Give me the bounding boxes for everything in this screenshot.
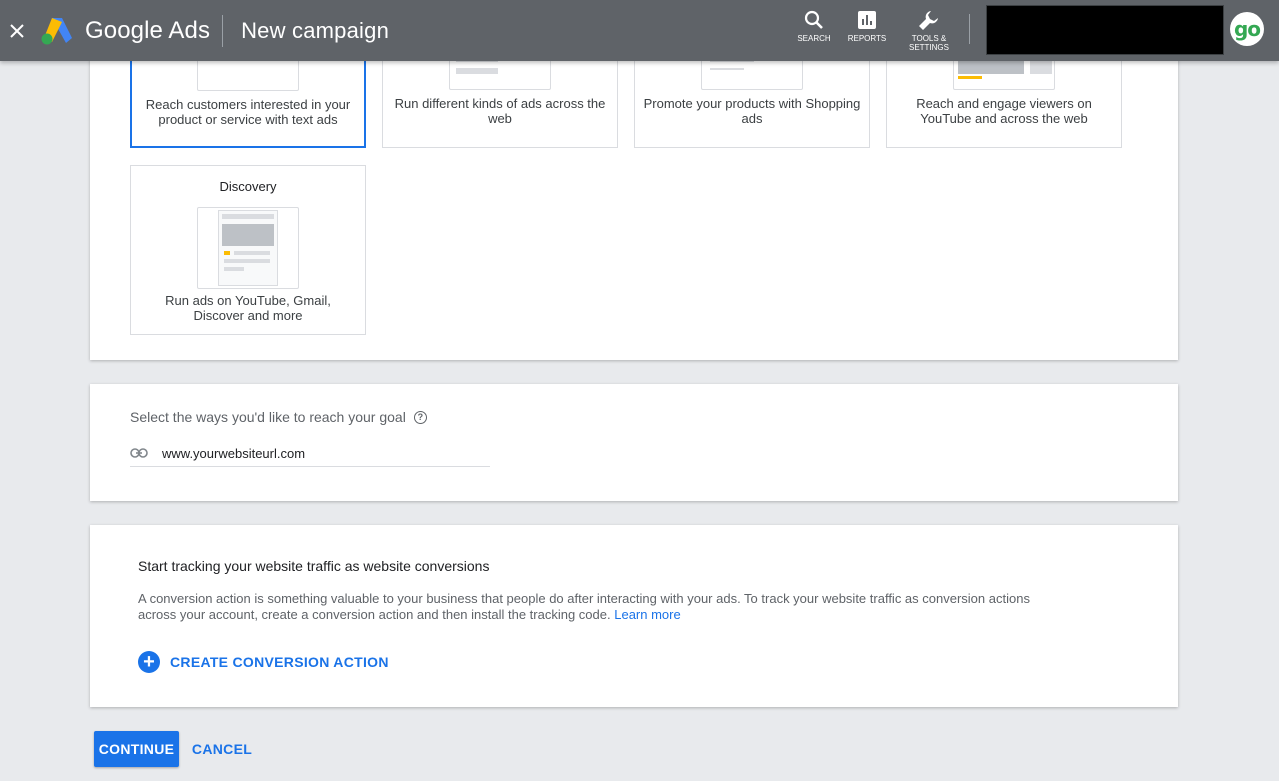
bar-chart-icon (858, 11, 876, 29)
learn-more-link[interactable]: Learn more (614, 607, 680, 622)
campaign-type-description: Reach and engage viewers on YouTube and … (916, 96, 1092, 126)
search-tool-button[interactable]: SEARCH (794, 6, 834, 43)
tracking-title: Start tracking your website traffic as w… (138, 558, 490, 574)
reports-tool-label: REPORTS (847, 34, 887, 43)
campaign-type-description: Run different kinds of ads across the we… (394, 96, 606, 126)
add-circle-icon: + (138, 651, 160, 673)
campaign-type-title: Discovery (219, 179, 277, 194)
top-app-bar: Google Ads New campaign SEARCH REPORTS T… (0, 0, 1279, 61)
close-button[interactable] (0, 14, 34, 48)
tracking-body-text: A conversion action is something valuabl… (138, 591, 1030, 622)
campaign-type-discovery[interactable]: Discovery Run ads on YouTube, Gmail, Dis… (130, 165, 366, 335)
website-url-field[interactable]: www.yourwebsiteurl.com (130, 440, 490, 467)
cancel-button[interactable]: CANCEL (189, 731, 255, 767)
reach-goal-text: Select the ways you'd like to reach your… (130, 409, 406, 425)
close-icon (10, 23, 24, 38)
website-url-value[interactable]: www.yourwebsiteurl.com (162, 446, 305, 461)
account-switcher[interactable] (986, 5, 1224, 55)
tools-settings-label: TOOLS & SETTINGS (908, 34, 949, 52)
create-conversion-action-button[interactable]: + CREATE CONVERSION ACTION (138, 651, 389, 673)
search-tool-label: SEARCH (797, 34, 831, 43)
continue-button[interactable]: CONTINUE (94, 731, 179, 767)
campaign-type-description: Reach customers interested in your produ… (145, 97, 351, 127)
header-divider-right (969, 14, 970, 44)
page-title: New campaign (241, 17, 390, 43)
tracking-description: A conversion action is something valuabl… (138, 591, 1068, 623)
reach-goal-card: Select the ways you'd like to reach your… (90, 384, 1178, 501)
avatar[interactable]: go (1230, 12, 1264, 46)
conversion-tracking-card: Start tracking your website traffic as w… (90, 525, 1178, 707)
campaign-type-card: Reach customers interested in your produ… (90, 9, 1178, 360)
reports-tool-button[interactable]: REPORTS (846, 6, 888, 43)
google-ads-logo (41, 17, 72, 44)
link-icon (130, 448, 148, 458)
create-conversion-action-label: CREATE CONVERSION ACTION (170, 654, 389, 670)
brand-name: Google Ads (85, 16, 211, 44)
header-divider (222, 14, 224, 47)
reach-goal-label: Select the ways you'd like to reach your… (130, 409, 427, 425)
campaign-type-description: Promote your products with Shopping ads (643, 96, 861, 126)
discovery-ad-thumbnail (197, 207, 299, 289)
campaign-type-description: Run ads on YouTube, Gmail, Discover and … (165, 293, 331, 323)
help-icon[interactable]: ? (413, 410, 427, 424)
wrench-icon (919, 11, 938, 30)
search-icon (804, 10, 823, 29)
tools-settings-button[interactable]: TOOLS & SETTINGS (906, 6, 952, 52)
